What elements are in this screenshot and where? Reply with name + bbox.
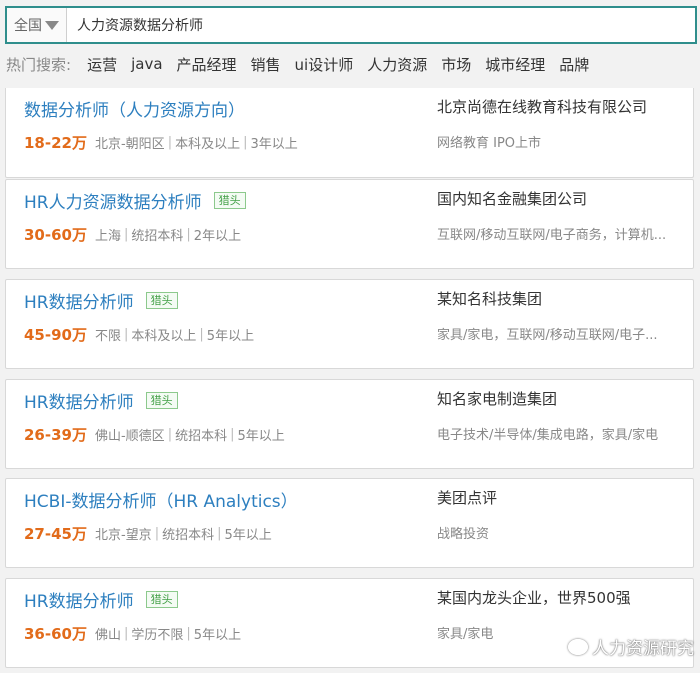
region-select[interactable]: 全国	[7, 8, 67, 42]
job-meta: 18-22万 北京-朝阳区 | 本科及以上 | 3年以上	[24, 132, 298, 153]
separator: |	[124, 227, 129, 242]
job-experience: 3年以上	[250, 137, 298, 152]
headhunter-badge: 猎头	[145, 591, 178, 608]
job-title-text: HR人力资源数据分析师	[24, 193, 202, 213]
job-location: 佛山-顺德区	[94, 429, 165, 444]
job-education: 统招本科	[175, 429, 228, 444]
job-title[interactable]: HR数据分析师 猎头	[24, 388, 178, 413]
headhunter-badge: 猎头	[213, 192, 246, 209]
hot-search-item[interactable]: 运营	[87, 54, 117, 75]
job-card[interactable]: 数据分析师（人力资源方向） 18-22万 北京-朝阳区 | 本科及以上 | 3年以上…	[5, 88, 694, 178]
hot-search-item[interactable]: 销售	[251, 54, 281, 75]
job-location: 北京-朝阳区	[94, 137, 165, 152]
job-education: 学历不限	[131, 628, 184, 643]
company-industry: 互联网/移动互联网/电子商务，计算机...	[437, 228, 667, 243]
separator: |	[167, 427, 173, 442]
job-title[interactable]: 数据分析师（人力资源方向）	[24, 96, 245, 121]
salary: 36-60万	[24, 625, 87, 643]
hot-search-item[interactable]: 人力资源	[367, 54, 427, 75]
separator: |	[243, 135, 248, 150]
dropdown-triangle-icon	[45, 20, 59, 30]
job-location: 佛山	[94, 628, 121, 643]
job-education: 本科及以上	[131, 329, 197, 344]
region-label: 全国	[14, 18, 42, 34]
job-meta: 45-90万 不限 | 本科及以上 | 5年以上	[24, 324, 254, 345]
job-experience: 5年以上	[206, 329, 255, 344]
company-name[interactable]: 知名家电制造集团	[437, 388, 557, 409]
job-meta: 26-39万 佛山-顺德区 | 统招本科 | 5年以上	[24, 424, 285, 445]
search-input[interactable]: 人力资源数据分析师	[67, 15, 203, 35]
job-title[interactable]: HR数据分析师 猎头	[24, 288, 178, 313]
job-meta: 30-60万 上海 | 统招本科 | 2年以上	[24, 224, 241, 245]
company-industry: 家具/家电	[437, 627, 494, 642]
company-name[interactable]: 国内知名金融集团公司	[437, 188, 587, 209]
headhunter-badge: 猎头	[145, 392, 178, 409]
job-experience: 5年以上	[237, 429, 285, 444]
search-bar: 全国 人力资源数据分析师	[5, 6, 697, 44]
hot-search-item[interactable]: 市场	[441, 54, 471, 75]
job-title-text: HR数据分析师	[24, 592, 134, 612]
company-name[interactable]: 某国内龙头企业，世界500强	[437, 587, 631, 608]
company-name[interactable]: 美团点评	[437, 487, 497, 508]
job-location: 北京-望京	[94, 528, 152, 543]
separator: |	[199, 327, 204, 342]
hot-search-item[interactable]: ui设计师	[295, 54, 354, 75]
separator: |	[154, 526, 160, 541]
job-meta: 27-45万 北京-望京 | 统招本科 | 5年以上	[24, 523, 272, 544]
job-location: 上海	[94, 229, 121, 244]
job-education: 统招本科	[131, 229, 184, 244]
job-title[interactable]: HCBI-数据分析师（HR Analytics）	[24, 487, 298, 512]
job-education: 统招本科	[162, 528, 215, 543]
company-industry: 网络教育 IPO上市	[437, 136, 542, 151]
job-title[interactable]: HR数据分析师 猎头	[24, 587, 178, 612]
hot-searches-label: 热门搜索:	[6, 55, 72, 74]
company-industry: 战略投资	[437, 527, 490, 542]
job-location: 不限	[94, 329, 121, 344]
salary: 45-90万	[24, 326, 87, 344]
company-industry: 家具/家电，互联网/移动互联网/电子...	[437, 328, 658, 343]
headhunter-badge: 猎头	[145, 292, 178, 309]
watermark-text: 人力资源研究	[592, 639, 694, 659]
salary: 27-45万	[24, 525, 87, 543]
separator: |	[124, 626, 129, 641]
hot-search-item[interactable]: 城市经理	[485, 54, 545, 75]
separator: |	[186, 626, 191, 641]
job-title-text: HCBI-数据分析师（HR Analytics）	[24, 492, 298, 512]
company-name[interactable]: 某知名科技集团	[437, 288, 542, 309]
weibo-icon	[568, 638, 588, 655]
watermark: 人力资源研究	[568, 634, 694, 659]
job-experience: 2年以上	[193, 229, 242, 244]
job-title-text: 数据分析师（人力资源方向）	[24, 101, 245, 121]
separator: |	[186, 227, 191, 242]
company-industry: 电子技术/半导体/集成电路，家具/家电	[437, 428, 659, 443]
hot-searches: 热门搜索: 运营 java 产品经理 销售 ui设计师 人力资源 市场 城市经理…	[6, 53, 603, 75]
salary: 30-60万	[24, 226, 87, 244]
company-name[interactable]: 北京尚德在线教育科技有限公司	[437, 96, 647, 117]
hot-search-item[interactable]: 产品经理	[177, 54, 237, 75]
salary: 26-39万	[24, 426, 87, 444]
separator: |	[217, 526, 222, 541]
separator: |	[230, 427, 235, 442]
hot-search-item[interactable]: 品牌	[559, 54, 589, 75]
job-card[interactable]: HR数据分析师 猎头 26-39万 佛山-顺德区 | 统招本科 | 5年以上 知名家…	[5, 379, 694, 469]
job-card[interactable]: HR数据分析师 猎头 45-90万 不限 | 本科及以上 | 5年以上 某知名科技集…	[5, 279, 694, 369]
salary: 18-22万	[24, 134, 87, 152]
job-experience: 5年以上	[224, 528, 272, 543]
hot-search-item[interactable]: java	[131, 55, 162, 73]
job-card[interactable]: HR人力资源数据分析师 猎头 30-60万 上海 | 统招本科 | 2年以上 国内知…	[5, 179, 694, 269]
job-experience: 5年以上	[193, 628, 242, 643]
job-card[interactable]: HCBI-数据分析师（HR Analytics） 27-45万 北京-望京 | 统…	[5, 478, 694, 568]
job-meta: 36-60万 佛山 | 学历不限 | 5年以上	[24, 623, 241, 644]
job-title-text: HR数据分析师	[24, 293, 134, 313]
separator: |	[167, 135, 173, 150]
job-title-text: HR数据分析师	[24, 393, 134, 413]
job-title[interactable]: HR人力资源数据分析师 猎头	[24, 188, 246, 213]
job-education: 本科及以上	[175, 137, 241, 152]
separator: |	[124, 327, 129, 342]
